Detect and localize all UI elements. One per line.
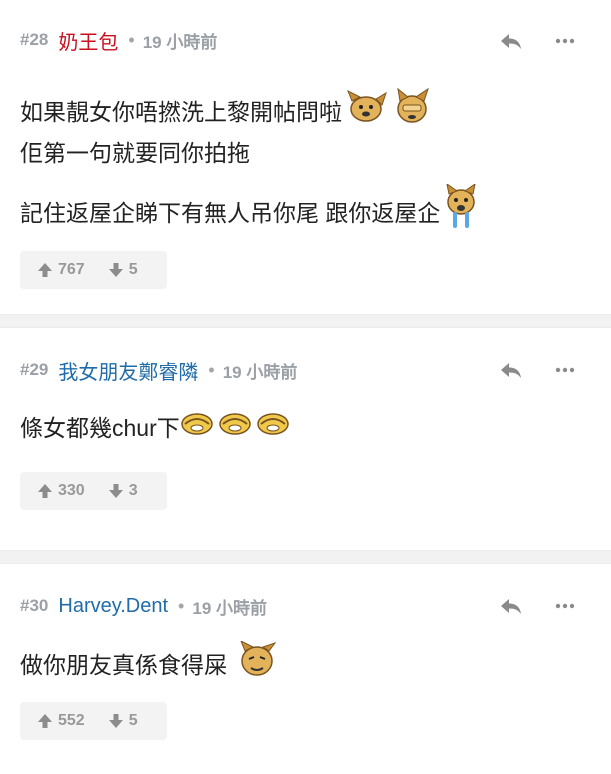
vote-bar: 767 5 [20, 251, 167, 289]
dog-emoticon-icon [218, 410, 252, 442]
post-number: #28 [20, 30, 49, 49]
reply-icon[interactable] [497, 592, 525, 620]
post-text: 如果靚女你唔撚洗上黎開帖問啦 [20, 99, 342, 125]
arrow-down-icon [108, 484, 123, 498]
post-separator [0, 314, 611, 328]
post-text: 條女都幾chur下 [20, 415, 180, 441]
separator-dot: • [128, 29, 135, 50]
dog-emoticon-icon [256, 410, 290, 442]
upvote-button[interactable]: 767 [36, 261, 85, 279]
arrow-up-icon [38, 714, 52, 728]
reply-icon[interactable] [497, 27, 525, 55]
upvote-count: 330 [58, 482, 85, 499]
post-body-line: 條女都幾chur下 [20, 406, 290, 446]
post-30: #30 Harvey.Dent • 19 小時前 做你朋友真係食得屎 552 5 [0, 564, 611, 774]
upvote-count: 767 [58, 261, 85, 278]
post-text: 做你朋友真係食得屎 [20, 652, 227, 678]
arrow-down-icon [108, 263, 123, 277]
more-icon[interactable] [551, 592, 579, 620]
arrow-down-icon [108, 714, 123, 728]
dog-emoticon-icon [180, 410, 214, 442]
downvote-count: 3 [128, 482, 138, 499]
more-icon[interactable] [551, 27, 579, 55]
post-body-line: 做你朋友真係食得屎 [20, 639, 277, 686]
post-number: #29 [20, 360, 49, 379]
post-header: #28 奶王包 • 19 小時前 [20, 24, 217, 56]
reply-icon[interactable] [497, 356, 525, 384]
post-text: 記住返屋企睇下有無人吊你尾 跟你返屋企 [20, 200, 441, 226]
post-header: #29 我女朋友鄭睿隣 • 19 小時前 [20, 354, 297, 386]
post-body-line: 佢第一句就要同你拍拖 [20, 131, 250, 171]
vote-bar: 330 3 [20, 472, 167, 510]
downvote-count: 5 [128, 712, 138, 729]
dog-emoticon-icon [444, 182, 478, 238]
arrow-up-icon [38, 263, 52, 277]
post-29: #29 我女朋友鄭睿隣 • 19 小時前 條女都幾chur下 330 3 [0, 328, 611, 550]
post-time: 19 小時前 [142, 32, 218, 52]
downvote-button[interactable]: 5 [107, 712, 138, 730]
upvote-button[interactable]: 552 [36, 712, 85, 730]
dog-emoticon-icon [392, 87, 432, 133]
username-link[interactable]: 奶王包 [58, 26, 118, 55]
post-header: #30 Harvey.Dent • 19 小時前 [20, 590, 267, 622]
more-icon[interactable] [551, 356, 579, 384]
post-number: #30 [20, 596, 49, 615]
post-time: 19 小時前 [192, 598, 267, 618]
post-body-line: 記住返屋企睇下有無人吊你尾 跟你返屋企 [20, 182, 478, 238]
upvote-count: 552 [58, 712, 85, 729]
vote-bar: 552 5 [20, 702, 167, 740]
separator-dot: • [208, 359, 215, 380]
dog-emoticon-icon [237, 639, 277, 685]
post-separator [0, 550, 611, 564]
post-28: #28 奶王包 • 19 小時前 如果靚女你唔撚洗上黎開帖問啦 佢第一句就要同你… [0, 0, 611, 314]
post-text: 佢第一句就要同你拍拖 [20, 140, 250, 166]
upvote-button[interactable]: 330 [36, 482, 85, 500]
arrow-up-icon [38, 484, 52, 498]
username-link[interactable]: Harvey.Dent [58, 595, 168, 618]
downvote-button[interactable]: 5 [107, 261, 138, 279]
post-time: 19 小時前 [222, 362, 298, 382]
separator-dot: • [178, 595, 185, 616]
downvote-count: 5 [128, 261, 138, 278]
username-link[interactable]: 我女朋友鄭睿隣 [58, 356, 198, 385]
downvote-button[interactable]: 3 [107, 482, 138, 500]
post-body-line: 如果靚女你唔撚洗上黎開帖問啦 [20, 87, 432, 133]
dog-emoticon-icon [346, 89, 388, 131]
